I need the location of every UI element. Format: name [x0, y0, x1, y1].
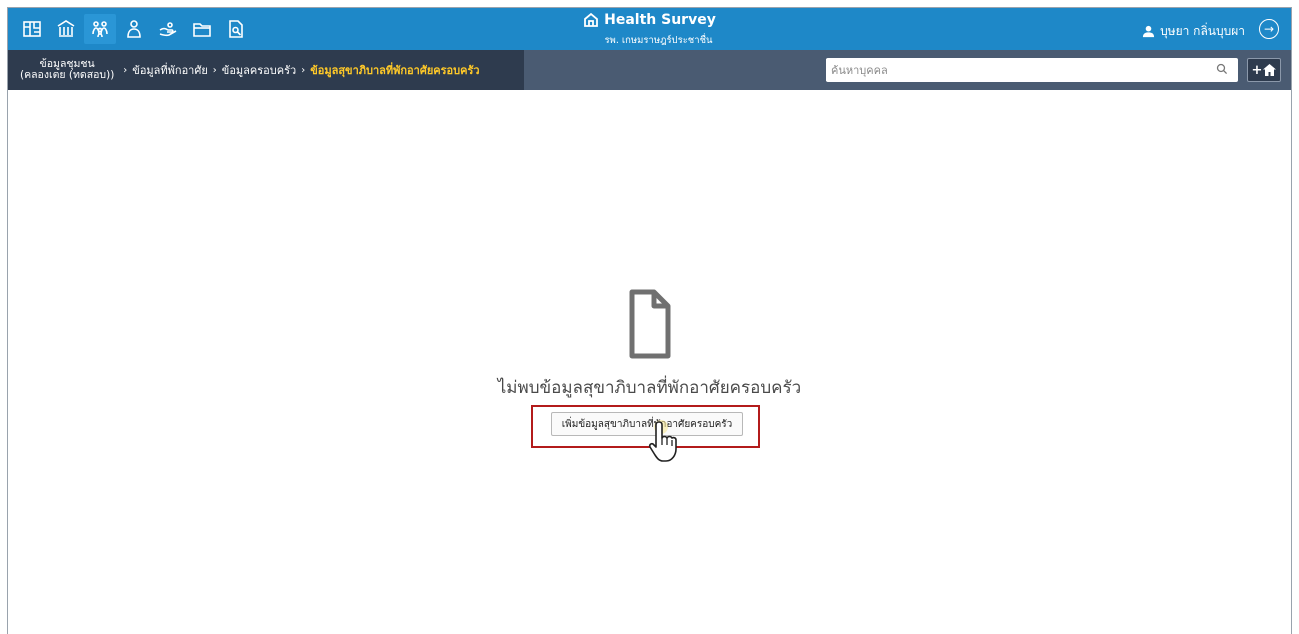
brand: Health Survey รพ. เกษมราษฎร์ประชาชื่น	[8, 12, 1291, 48]
hospital-name: รพ. เกษมราษฎร์ประชาชื่น	[604, 35, 713, 46]
search-box	[826, 58, 1238, 82]
brand-title: Health Survey	[583, 12, 716, 28]
empty-state: ไม่พบข้อมูลสุขาภิบาลที่พักอาศัยครอบครัว	[8, 288, 1291, 401]
breadcrumb-separator: ›	[212, 64, 217, 76]
breadcrumb-current: ข้อมูลสุขาภิบาลที่พักอาศัยครอบครัว	[310, 64, 480, 77]
document-icon	[629, 289, 670, 359]
add-sanitation-button[interactable]: เพิ่มข้อมูลสุขาภิบาลที่พักอาศัยครอบครัว	[551, 412, 743, 436]
breadcrumb-community-line2: (คลองเตย (ทดสอบ))	[20, 69, 115, 81]
breadcrumb-family[interactable]: ข้อมูลครอบครัว	[222, 61, 296, 79]
home-icon	[1263, 64, 1277, 76]
breadcrumb-separator: ›	[301, 64, 306, 76]
hand-cursor-icon	[648, 420, 677, 462]
search-input[interactable]	[826, 59, 1203, 81]
empty-message: ไม่พบข้อมูลสุขาภิบาลที่พักอาศัยครอบครัว	[497, 378, 802, 398]
app-frame: Health Survey รพ. เกษมราษฎร์ประชาชื่น บุ…	[7, 7, 1292, 634]
app-title: Health Survey	[604, 12, 716, 28]
user-menu[interactable]: บุษยา กลิ่นบุบผา	[1142, 22, 1245, 41]
top-navbar: Health Survey รพ. เกษมราษฎร์ประชาชื่น บุ…	[8, 8, 1291, 50]
breadcrumb-separator: ›	[123, 64, 128, 76]
logout-button[interactable]: →	[1259, 19, 1279, 39]
search-icon[interactable]	[1216, 63, 1228, 75]
plus-label: +	[1251, 62, 1263, 78]
user-name: บุษยา กลิ่นบุบผา	[1160, 24, 1245, 38]
home-logo-icon	[584, 12, 599, 27]
add-home-button[interactable]: +	[1247, 58, 1281, 82]
breadcrumb-residence[interactable]: ข้อมูลที่พักอาศัย	[132, 61, 208, 79]
logout-icon: →	[1263, 22, 1275, 36]
breadcrumb: ข้อมูลชุมชน (คลองเตย (ทดสอบ)) › ข้อมูลที…	[8, 50, 524, 90]
sub-toolbar: ข้อมูลชุมชน (คลองเตย (ทดสอบ)) › ข้อมูลที…	[8, 50, 1291, 90]
user-icon	[1142, 25, 1155, 38]
breadcrumb-community[interactable]: ข้อมูลชุมชน (คลองเตย (ทดสอบ))	[8, 59, 118, 81]
